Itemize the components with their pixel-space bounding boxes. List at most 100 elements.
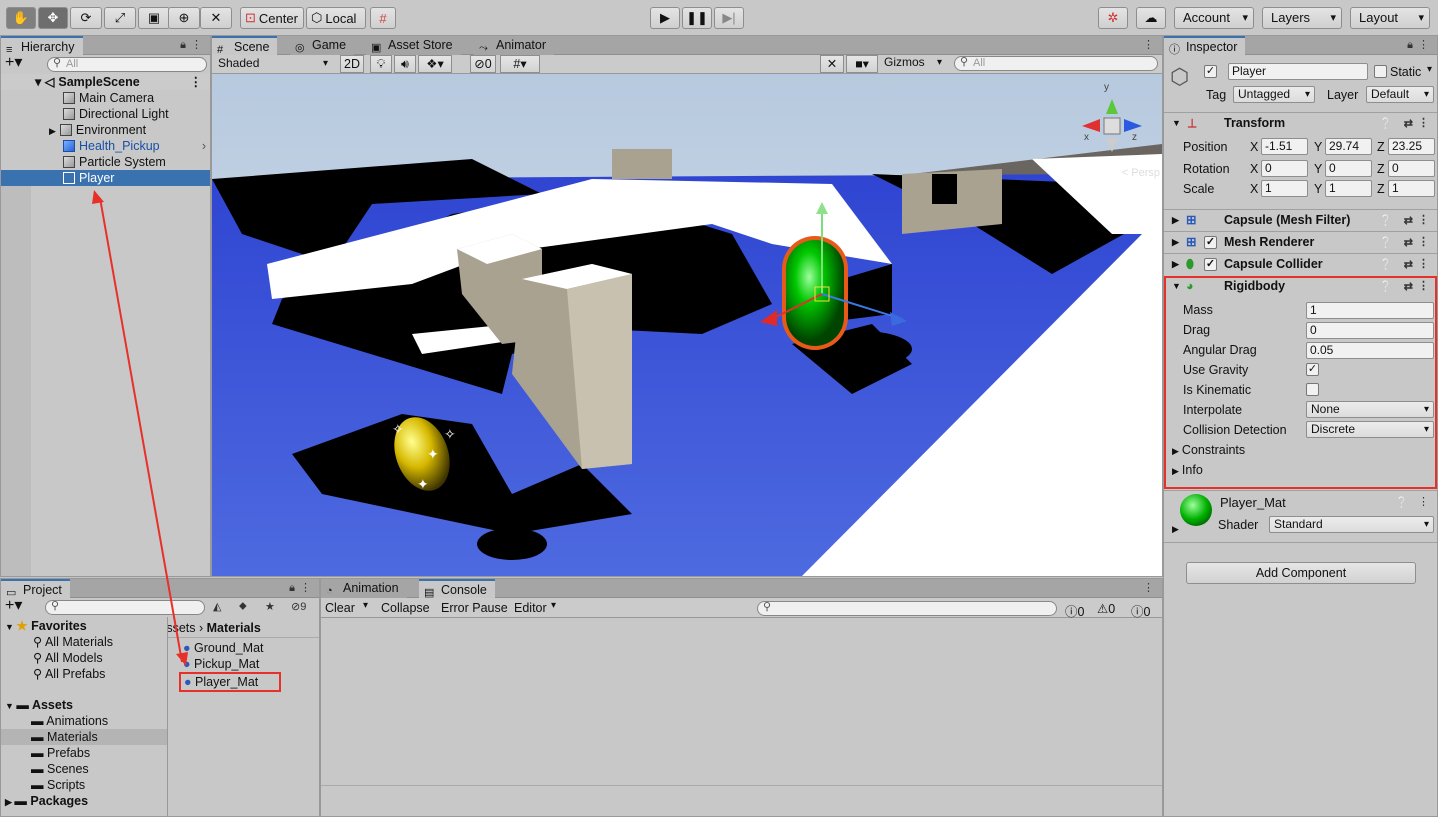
error-pause-button[interactable]: Error Pause <box>441 601 508 615</box>
hierarchy-search[interactable]: All <box>47 57 207 72</box>
preset-icon[interactable]: ⇄ <box>1404 233 1413 254</box>
step-button[interactable]: ▶| <box>714 7 744 29</box>
menu-icon[interactable]: ⋮ <box>1418 495 1429 508</box>
favorite-item[interactable]: ⚲ All Models <box>1 650 167 666</box>
log-count-toggle[interactable]: ⓘ0 <box>1065 601 1084 620</box>
scene-row[interactable]: ▾ ◁ SampleScene ⋮ <box>1 74 210 90</box>
assets-row[interactable]: ▼ ▬ Assets <box>1 697 167 713</box>
favorite-item[interactable]: ⚲ All Prefabs <box>1 666 167 682</box>
transform-tool-icon[interactable]: ⊕ <box>168 7 200 29</box>
hierarchy-item[interactable]: ▶ Environment <box>1 122 210 138</box>
scene-menu-icon[interactable]: ⋮ <box>190 74 203 90</box>
grid-snap-icon[interactable]: # <box>370 7 396 29</box>
hidden-objects-toggle[interactable]: ⊘0 <box>470 55 496 73</box>
chevron-right-icon[interactable]: › <box>202 138 206 154</box>
menu-icon[interactable]: ⋮ <box>1418 38 1429 51</box>
tab-game[interactable]: ◎ Game <box>290 36 355 55</box>
expand-arrow-icon[interactable]: ▶ <box>49 126 56 136</box>
warning-count-toggle[interactable]: ⚠0 <box>1097 601 1115 616</box>
menu-icon[interactable]: ⋮ <box>191 38 202 51</box>
scale-tool-icon[interactable]: ⤢ <box>104 7 136 29</box>
shader-dropdown[interactable]: Standard <box>1269 516 1434 533</box>
object-name-field[interactable]: Player <box>1228 63 1368 80</box>
hierarchy-item-player[interactable]: Player <box>1 170 210 186</box>
static-dropdown-icon[interactable]: ▾ <box>1427 64 1432 75</box>
add-icon[interactable]: +▾ <box>5 598 22 614</box>
lock-icon[interactable]: 🔒︎ <box>1407 39 1413 52</box>
console-splitter[interactable] <box>321 785 1162 786</box>
scene-viewport[interactable]: ✧ ✧ ✦ ✦ y x z < Persp <box>212 74 1162 576</box>
hidden-packages-toggle[interactable]: ⊘9 <box>291 600 306 613</box>
constraints-foldout[interactable]: ▶ Constraints <box>1172 443 1245 457</box>
help-icon[interactable]: ❔ <box>1379 114 1393 135</box>
use-gravity-checkbox[interactable]: ✓ <box>1306 363 1319 376</box>
lock-icon[interactable]: 🔒︎ <box>180 39 186 52</box>
folder-item[interactable]: ▬ Scripts <box>1 777 167 793</box>
position-x-field[interactable]: -1.51 <box>1261 138 1308 155</box>
active-checkbox[interactable]: ✓ <box>1204 65 1217 78</box>
preset-icon[interactable]: ⇄ <box>1404 114 1413 135</box>
hand-tool-icon[interactable]: ✋ <box>6 7 36 29</box>
chevron-down-icon[interactable]: ▾ <box>551 600 556 611</box>
tab-project[interactable]: ▭ Project <box>1 579 70 599</box>
project-search[interactable] <box>45 600 205 615</box>
preset-icon[interactable]: ⇄ <box>1404 211 1413 232</box>
enabled-checkbox[interactable]: ✓ <box>1204 236 1217 249</box>
breadcrumb-current[interactable]: Materials <box>207 621 261 635</box>
persp-label[interactable]: < Persp <box>1122 167 1160 179</box>
info-foldout[interactable]: ▶ Info <box>1172 463 1203 477</box>
filter-by-label-icon[interactable]: ⬥ <box>239 600 247 613</box>
menu-icon[interactable]: ⋮ <box>1143 38 1154 51</box>
folder-item-selected[interactable]: ▬ Materials <box>1 729 167 745</box>
menu-icon[interactable]: ⋮ <box>1418 276 1429 297</box>
scene-search[interactable]: All <box>954 56 1158 71</box>
collapse-arrow-icon[interactable]: ▼ <box>1172 276 1181 297</box>
menu-icon[interactable]: ⋮ <box>300 581 311 594</box>
folder-item[interactable]: ▬ Scenes <box>1 761 167 777</box>
menu-icon[interactable]: ⋮ <box>1418 254 1429 275</box>
layer-dropdown[interactable]: Default <box>1366 86 1434 103</box>
help-icon[interactable]: ❔ <box>1379 233 1393 254</box>
pivot-center-toggle[interactable]: ⊡ Center <box>240 7 304 29</box>
capsule-collider-header[interactable]: ▶ ⬮ ✓ Capsule Collider ❔ ⇄ ⋮ <box>1164 253 1437 275</box>
audio-icon[interactable]: 🔊︎ <box>394 55 416 73</box>
editor-dropdown[interactable]: Editor <box>514 601 547 615</box>
position-y-field[interactable]: 29.74 <box>1325 138 1372 155</box>
menu-icon[interactable]: ⋮ <box>1418 232 1429 253</box>
collision-detection-dropdown[interactable]: Discrete <box>1306 421 1434 438</box>
mass-field[interactable]: 1 <box>1306 302 1434 319</box>
hierarchy-item[interactable]: Main Camera <box>1 90 210 106</box>
tag-dropdown[interactable]: Untagged <box>1233 86 1315 103</box>
expand-arrow-icon[interactable]: ▶ <box>1172 232 1179 253</box>
packages-row[interactable]: ▶ ▬ Packages <box>1 793 167 809</box>
2d-toggle[interactable]: 2D <box>340 55 364 73</box>
hierarchy-item[interactable]: Particle System <box>1 154 210 170</box>
cloud-icon[interactable]: ☁ <box>1136 7 1166 29</box>
filter-by-type-icon[interactable]: ◭ <box>213 600 221 613</box>
position-z-field[interactable]: 23.25 <box>1388 138 1435 155</box>
tab-inspector[interactable]: ⓘ Inspector <box>1164 36 1246 56</box>
scale-y-field[interactable]: 1 <box>1325 180 1372 197</box>
tab-console[interactable]: ▤ Console <box>419 579 495 599</box>
pause-button[interactable]: ❚❚ <box>682 7 712 29</box>
pivot-local-toggle[interactable]: ⬡ Local <box>306 7 366 29</box>
drag-field[interactable]: 0 <box>1306 322 1434 339</box>
static-checkbox[interactable] <box>1374 65 1387 78</box>
help-icon[interactable]: ❔ <box>1379 211 1393 232</box>
gameobject-cube-icon[interactable]: ⬡ <box>1170 64 1189 90</box>
hierarchy-item[interactable]: Health_Pickup › <box>1 138 210 154</box>
scale-z-field[interactable]: 1 <box>1388 180 1435 197</box>
expand-arrow-icon[interactable]: ▶ <box>1172 254 1179 275</box>
menu-icon[interactable]: ⋮ <box>1418 113 1429 134</box>
interpolate-dropdown[interactable]: None <box>1306 401 1434 418</box>
mesh-filter-header[interactable]: ▶ ⊞ Capsule (Mesh Filter) ❔ ⇄ ⋮ <box>1164 209 1437 231</box>
rect-tool-icon[interactable]: ▣ <box>138 7 170 29</box>
tab-asset-store[interactable]: ▣ Asset Store <box>366 36 461 55</box>
menu-icon[interactable]: ⋮ <box>1143 581 1154 594</box>
camera-icon[interactable]: ■▾ <box>846 55 878 73</box>
lighting-icon[interactable]: 💡︎ <box>370 55 392 73</box>
tab-animator[interactable]: ⤳ Animator <box>474 36 555 55</box>
layers-dropdown[interactable]: Layers <box>1262 7 1342 29</box>
error-count-toggle[interactable]: ⓘ0 <box>1131 601 1150 620</box>
tools-icon[interactable]: ✕ <box>820 55 844 73</box>
